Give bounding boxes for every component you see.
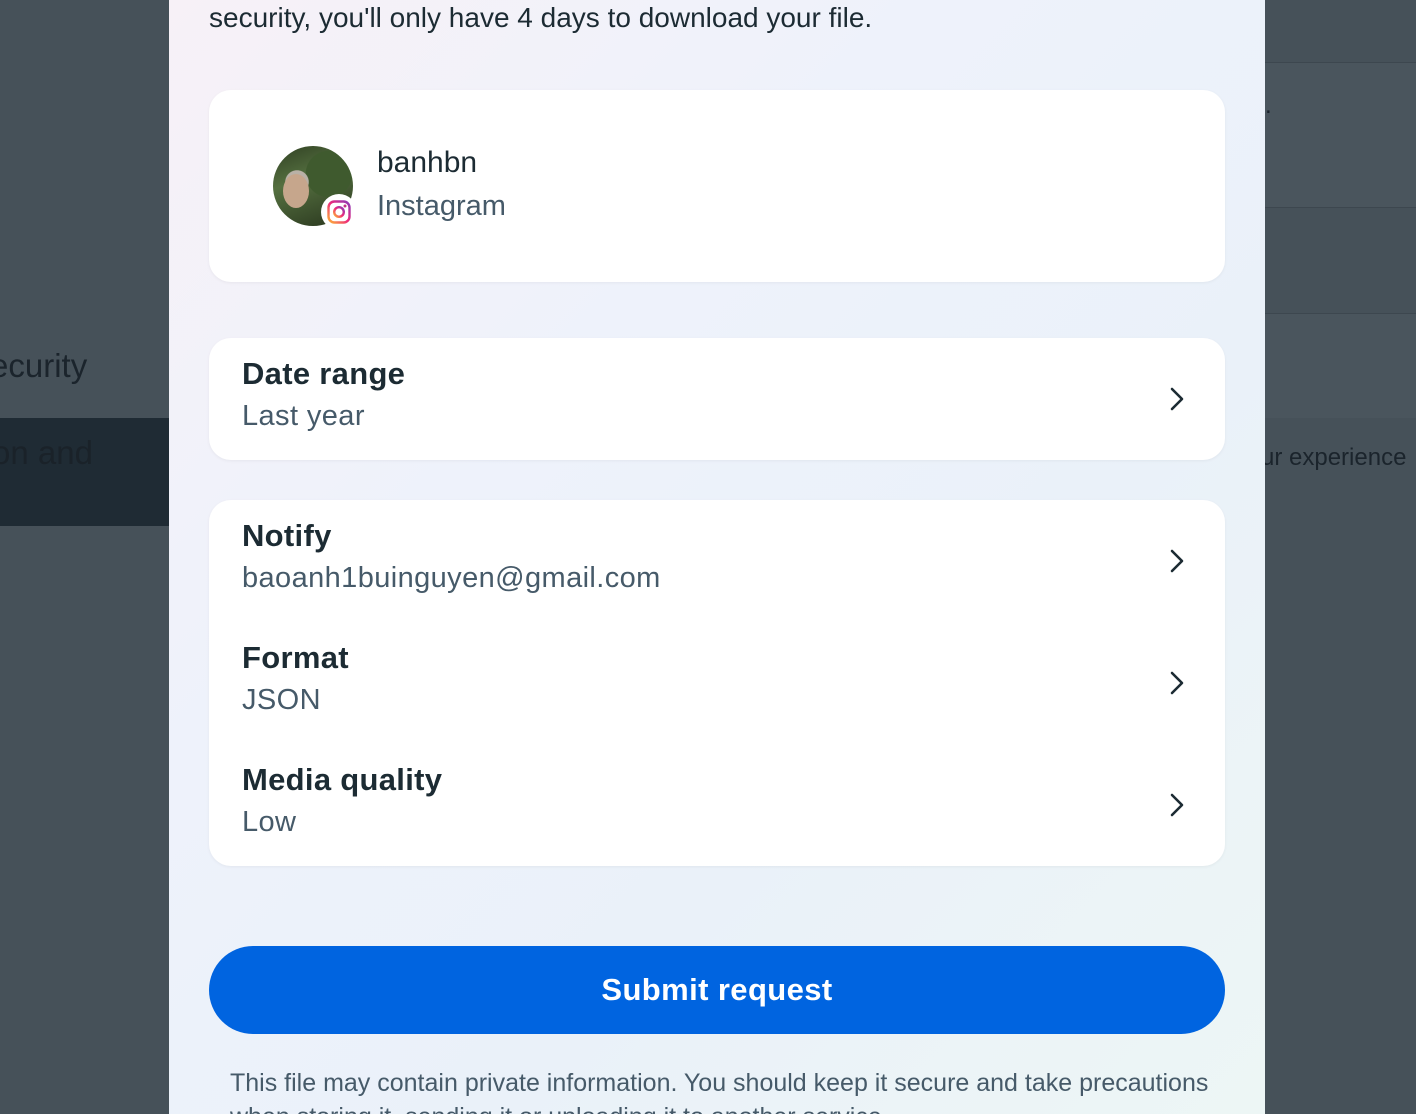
chevron-right-icon — [1170, 671, 1184, 695]
privacy-disclaimer: This file may contain private informatio… — [230, 1069, 1209, 1114]
intro-text: security, you'll only have 4 days to dow… — [209, 2, 873, 33]
background-panel — [1265, 313, 1416, 418]
format-value: JSON — [242, 684, 321, 716]
settings-card: Notify baoanh1buinguyen@gmail.com Format… — [209, 500, 1225, 866]
format-row[interactable]: Format JSON — [209, 622, 1225, 744]
chevron-right-icon — [1170, 549, 1184, 573]
media-quality-label: Media quality — [242, 762, 443, 797]
date-range-row[interactable]: Date range Last year — [209, 338, 1225, 460]
background-text-fragment: ur experience — [1261, 444, 1407, 471]
date-range-value: Last year — [242, 400, 365, 432]
date-range-card: Date range Last year — [209, 338, 1225, 460]
background-panel — [1265, 62, 1416, 207]
media-quality-row[interactable]: Media quality Low — [209, 744, 1225, 866]
background-nav-item: s — [0, 244, 169, 284]
background-panel — [1265, 207, 1416, 313]
background-nav-item: ecurity — [0, 347, 88, 384]
account-platform: Instagram — [377, 190, 506, 222]
background-sidebar: s ecurity on and — [0, 0, 169, 1114]
download-request-dialog: security, you'll only have 4 days to dow… — [169, 0, 1265, 1114]
background-nav-item-active: on and — [0, 418, 169, 526]
avatar-face — [283, 174, 309, 208]
notify-label: Notify — [242, 518, 332, 553]
chevron-right-icon — [1170, 793, 1184, 817]
notify-value: baoanh1buinguyen@gmail.com — [242, 562, 661, 594]
instagram-icon — [321, 194, 357, 230]
date-range-label: Date range — [242, 356, 406, 391]
submit-request-button[interactable]: Submit request — [209, 946, 1225, 1034]
background-text-fragment: . — [1265, 92, 1272, 119]
account-name: banhbn — [377, 146, 478, 179]
notify-row[interactable]: Notify baoanh1buinguyen@gmail.com — [209, 500, 1225, 622]
media-quality-value: Low — [242, 806, 297, 838]
account-card: banhbn Instagram — [209, 90, 1225, 282]
format-label: Format — [242, 640, 349, 675]
chevron-right-icon — [1170, 387, 1184, 411]
